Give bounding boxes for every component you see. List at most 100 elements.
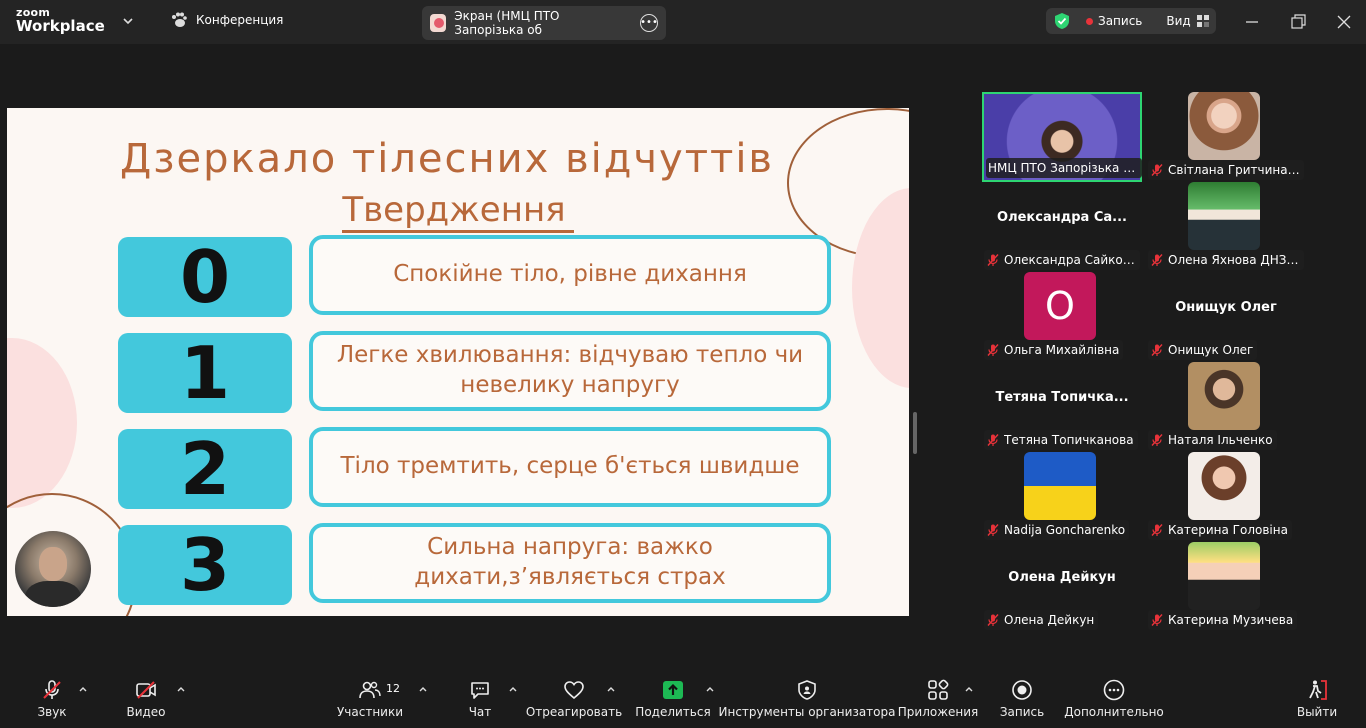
participant-name-label: Наталя Ільченко — [1148, 430, 1277, 450]
scale-number: 3 — [118, 523, 292, 607]
chevron-up-icon[interactable] — [508, 684, 518, 694]
mic-off-icon — [43, 679, 61, 699]
participant-letter-avatar: О — [1024, 272, 1096, 340]
participant-name-label: Тетяна Топичканова — [984, 430, 1138, 450]
tab-conference[interactable]: Конференция — [170, 12, 283, 28]
host-shield-icon — [798, 679, 816, 700]
recording-label[interactable]: Запись — [1098, 14, 1142, 28]
participant-name-label: Nadija Goncharenko — [984, 520, 1130, 540]
participant-name-label: Катерина Музичева — [1148, 610, 1298, 630]
scale-number: 1 — [118, 331, 292, 415]
participant-tile[interactable]: Онищук Олег Онищук Олег — [1146, 272, 1306, 362]
chat-button[interactable]: Чат — [464, 668, 496, 728]
restore-icon[interactable] — [1288, 12, 1308, 32]
grid-view-icon — [1196, 15, 1209, 27]
slide-subtitle: Твердження — [7, 190, 909, 233]
decor-shape — [7, 338, 77, 508]
tab-screen-label: Экран (НМЦ ПТО Запорізька об — [454, 9, 560, 37]
participant-name-text: Олена Дейкун — [1004, 613, 1095, 627]
participant-tile[interactable]: Катерина Музичева — [1146, 542, 1306, 632]
participant-tile[interactable]: Олександра Са... Олександра Сайковс... — [982, 182, 1142, 272]
participant-photo — [1188, 362, 1260, 430]
participant-name-text: Ольга Михайлівна — [1004, 343, 1120, 357]
record-button[interactable]: Запись — [998, 668, 1046, 728]
mic-muted-icon — [987, 614, 999, 626]
participant-name-text: Nadija Goncharenko — [1004, 523, 1126, 537]
security-shield-icon[interactable] — [1052, 11, 1072, 31]
more-options-icon[interactable]: ••• — [640, 14, 658, 32]
chevron-up-icon[interactable] — [606, 684, 616, 694]
participant-tile[interactable]: Світлана Гритчина Н... — [1146, 92, 1306, 182]
scale-description: Сильна напруга: важко дихати,з’являється… — [309, 523, 831, 603]
participants-count: 12 — [386, 682, 400, 695]
participant-display-name: Тетяна Топичка... — [995, 390, 1129, 405]
minimize-icon[interactable] — [1242, 12, 1262, 32]
participant-photo — [1188, 452, 1260, 520]
record-icon — [1012, 679, 1032, 700]
apps-button[interactable]: Приложения — [898, 668, 978, 728]
participant-name-label: НМЦ ПТО Запорізька о... — [986, 158, 1142, 178]
participant-tile[interactable]: Катерина Головіна — [1146, 452, 1306, 542]
chevron-up-icon[interactable] — [78, 684, 88, 694]
chevron-down-icon[interactable] — [121, 14, 135, 28]
close-icon[interactable] — [1334, 12, 1354, 32]
participant-display-name: Олена Дейкун — [1008, 570, 1116, 585]
mic-muted-icon — [987, 434, 999, 446]
status-group: Запись Вид — [1046, 8, 1216, 34]
presenter-video-avatar[interactable] — [15, 531, 91, 607]
heart-icon — [564, 680, 584, 699]
participant-tile[interactable]: Nadija Goncharenko — [982, 452, 1142, 542]
zoom-logo[interactable]: zoom Workplace — [16, 7, 105, 34]
audio-button[interactable]: Звук — [30, 668, 74, 728]
share-button[interactable]: Поделиться — [635, 668, 711, 728]
view-button[interactable]: Вид — [1166, 14, 1209, 28]
mic-muted-icon — [987, 344, 999, 356]
participant-name-text: Наталя Ільченко — [1168, 433, 1273, 447]
share-favicon-icon — [430, 14, 447, 32]
logo-workplace-text: Workplace — [16, 17, 105, 35]
mic-muted-icon — [1151, 524, 1163, 536]
video-button[interactable]: Видео — [122, 668, 170, 728]
slide-subtitle-text: Твердження — [342, 190, 574, 233]
view-label: Вид — [1166, 14, 1191, 28]
participant-name-label: Світлана Гритчина Н... — [1148, 160, 1304, 180]
paw-icon — [172, 12, 187, 27]
chat-icon — [471, 681, 489, 699]
record-label: Запись — [999, 704, 1045, 719]
leave-button[interactable]: Выйти — [1296, 668, 1338, 728]
zoom-window: zoom Workplace Конференция Экран (НМЦ ПТ… — [0, 0, 1366, 728]
more-label: Дополнительно — [1064, 704, 1164, 719]
chevron-up-icon[interactable] — [418, 684, 428, 694]
participant-photo — [1188, 542, 1260, 610]
mic-muted-icon — [987, 254, 999, 266]
scale-number: 0 — [118, 235, 292, 319]
participant-tile[interactable]: Тетяна Топичка... Тетяна Топичканова — [982, 362, 1142, 452]
more-button[interactable]: Дополнительно — [1064, 668, 1164, 728]
participant-tile[interactable]: Олена Дейкун Олена Дейкун — [982, 542, 1142, 632]
react-label: Отреагировать — [525, 704, 623, 719]
participant-tile[interactable]: Наталя Ільченко — [1146, 362, 1306, 452]
participant-tile[interactable]: НМЦ ПТО Запорізька о... — [982, 92, 1142, 182]
participant-name-text: Тетяна Топичканова — [1004, 433, 1134, 447]
share-label: Поделиться — [635, 704, 711, 719]
chevron-up-icon[interactable] — [964, 684, 974, 694]
participant-tile[interactable]: Олена Яхнова ДНЗ З... — [1146, 182, 1306, 272]
recording-dot-icon — [1086, 17, 1093, 25]
participant-flag-avatar — [1024, 452, 1096, 520]
participant-tile[interactable]: О Ольга Михайлівна — [982, 272, 1142, 362]
mic-muted-icon — [1151, 164, 1163, 176]
participant-display-name: Олександра Са... — [997, 210, 1127, 225]
leave-label: Выйти — [1296, 704, 1338, 719]
chevron-up-icon[interactable] — [705, 684, 715, 694]
share-screen-icon — [663, 680, 683, 699]
participant-name-text: Світлана Гритчина Н... — [1168, 163, 1300, 177]
react-button[interactable]: Отреагировать — [526, 668, 622, 728]
participant-name-label: Ольга Михайлівна — [984, 340, 1124, 360]
splitter-handle[interactable] — [913, 412, 917, 454]
chevron-up-icon[interactable] — [176, 684, 186, 694]
tab-screen-share[interactable]: Экран (НМЦ ПТО Запорізька об ••• — [422, 6, 666, 40]
scale-description: Легке хвилювання: відчуваю тепло чи неве… — [309, 331, 831, 411]
participants-button[interactable]: Участники — [336, 668, 404, 728]
apps-label: Приложения — [897, 704, 979, 719]
host-tools-button[interactable]: Инструменты организатора — [719, 668, 896, 728]
